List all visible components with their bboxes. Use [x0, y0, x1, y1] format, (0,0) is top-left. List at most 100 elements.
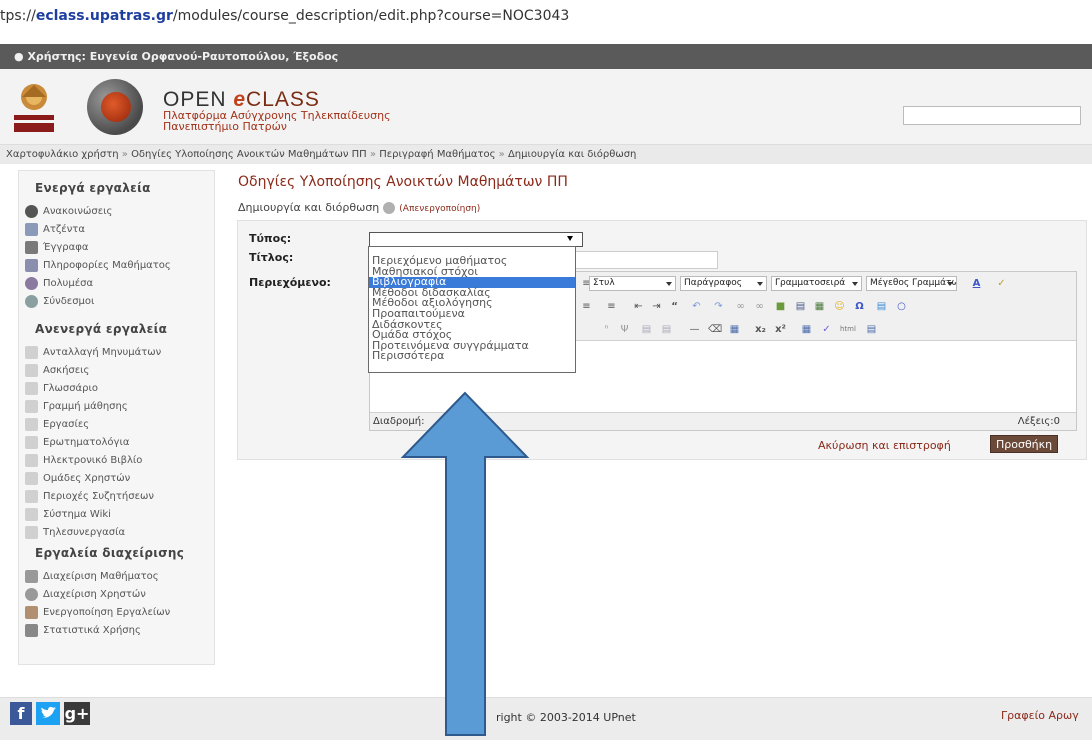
sidebar-item-statistics[interactable]: Στατιστικά Χρήσης [25, 621, 141, 639]
sidebar-item-ebook[interactable]: Ηλεκτρονικό Βιβλίο [25, 451, 142, 469]
format-dropdown[interactable]: Παράγραφος [680, 276, 767, 291]
highlight-icon[interactable]: ✓ [995, 277, 1008, 290]
title-label: Τίτλος: [249, 251, 294, 264]
breadcrumb-description[interactable]: Περιγραφή Μαθήματος [379, 149, 495, 160]
add-button[interactable]: Προσθήκη [990, 435, 1059, 453]
user-icon: ● [14, 50, 28, 63]
sidebar-item-multimedia[interactable]: Πολυμέσα [25, 274, 93, 292]
twitter-icon[interactable] [36, 702, 60, 725]
sidebar-item-wiki[interactable]: Σύστημα Wiki [25, 505, 111, 523]
university-logo-icon [14, 84, 54, 132]
brand-university: Πανεπιστήμιο Πατρών [163, 120, 287, 133]
up-arrow-annotation-icon [400, 391, 530, 736]
outdent-icon[interactable]: ⇤ [632, 300, 645, 313]
page-subtitle: Δημιουργία και διόρθωση (Απενεργοποίηση) [238, 201, 481, 214]
eraser-icon[interactable]: ⌫ [708, 323, 722, 336]
sidebar-item-learning-path[interactable]: Γραμμή μάθησης [25, 397, 128, 415]
sidebar: Ενεργά εργαλεία Ανακοινώσεις Ατζέντα Έγγ… [18, 170, 215, 665]
exercises-icon [25, 363, 38, 377]
help-icon[interactable]: ○ [895, 300, 908, 313]
breadcrumb-portfolio[interactable]: Χαρτοφυλάκιο χρήστη [6, 149, 119, 160]
tools-icon [25, 569, 38, 583]
sidebar-item-documents[interactable]: Έγγραφα [25, 238, 88, 256]
horizontal-rule-icon[interactable]: — [688, 323, 701, 336]
unlink-icon[interactable]: ∞ [753, 300, 766, 313]
chevron-down-icon [567, 236, 573, 241]
paste-icon[interactable]: ▤ [875, 300, 888, 313]
site-header: OPEN eCLASS Πλατφόρμα Ασύγχρονης Τηλεκπα… [0, 69, 1092, 144]
tag-icon [25, 258, 38, 272]
cleanup-icon[interactable]: ✓ [820, 323, 833, 336]
sidebar-item-assignments[interactable]: Εργασίες [25, 415, 89, 433]
style-dropdown[interactable]: Στυλ [589, 276, 676, 291]
size-dropdown[interactable]: Μέγεθος Γραμμάτων [866, 276, 957, 291]
sidebar-item-questionnaires[interactable]: Ερωτηματολόγια [25, 433, 129, 451]
link-icon [25, 294, 38, 308]
sidebar-item-user-admin[interactable]: Διαχείριση Χρηστών [25, 585, 146, 603]
breadcrumb-course[interactable]: Οδηγίες Υλοποίησης Ανοικτών Μαθημάτων ΠΠ [131, 149, 367, 160]
teleconference-icon [25, 525, 38, 539]
link-icon[interactable]: ∞ [734, 300, 747, 313]
superscript-icon[interactable]: x² [774, 323, 787, 336]
sidebar-item-messages[interactable]: Ανταλλαγή Μηνυμάτων [25, 343, 161, 361]
blockquote-icon[interactable]: “ [668, 300, 681, 313]
sidebar-item-agenda[interactable]: Ατζέντα [25, 220, 85, 238]
table-row-icon[interactable]: ▤ [660, 323, 673, 336]
users-icon [25, 587, 38, 601]
facebook-icon[interactable]: f [10, 702, 32, 725]
table-cell-icon[interactable]: ▤ [640, 323, 653, 336]
undo-icon[interactable]: ↶ [690, 300, 703, 313]
user-info[interactable]: ● Χρήστης: Ευγενία Ορφανού-Ραυτοπούλου, … [14, 50, 338, 63]
type-dropdown-list[interactable]: Περιεχόμενο μαθήματος Μαθησιακοί στόχοι … [368, 246, 576, 373]
special-char-icon[interactable]: Ω [853, 300, 866, 313]
bullet-list-icon[interactable]: ≡ [580, 300, 593, 313]
calendar-icon [25, 222, 38, 236]
forum-icon [25, 489, 38, 503]
breadcrumb: Χαρτοφυλάκιο χρήστη » Οδηγίες Υλοποίησης… [0, 144, 1092, 164]
sidebar-item-teleconference[interactable]: Τηλεσυνεργασία [25, 523, 125, 541]
subscript-icon[interactable]: x₂ [754, 323, 767, 336]
app-root: tps://eclass.upatras.gr/modules/course_d… [0, 0, 1092, 740]
redo-icon[interactable]: ↷ [712, 300, 725, 313]
support-office-link[interactable]: Γραφείο Αρωγ [1001, 709, 1079, 722]
questionnaire-icon [25, 435, 38, 449]
font-color-icon[interactable]: A [970, 277, 983, 290]
key-icon [25, 605, 38, 619]
sidebar-item-course-info[interactable]: Πληροφορίες Μαθήματος [25, 256, 171, 274]
glossary-icon [25, 381, 38, 395]
eclass-logo-icon [87, 79, 143, 135]
google-plus-icon[interactable]: g+ [64, 702, 90, 725]
description-form: Τύπος: Τίτλος: Περιεχόμενο: ≡ Στυλ Παράγ… [237, 220, 1087, 460]
search-input[interactable] [903, 106, 1081, 125]
sidebar-item-announcements[interactable]: Ανακοινώσεις [25, 202, 112, 220]
dropdown-option[interactable]: Περισσότερα [369, 351, 575, 362]
print-icon[interactable]: ▤ [865, 323, 878, 336]
emoji-icon[interactable]: ☺ [833, 300, 846, 313]
sidebar-item-groups[interactable]: Ομάδες Χρηστών [25, 469, 130, 487]
cancel-link[interactable]: Ακύρωση και επιστροφή [818, 439, 951, 452]
superscript-table-icon[interactable]: ⁿ [600, 323, 613, 336]
type-select[interactable] [369, 232, 583, 247]
sidebar-item-glossary[interactable]: Γλωσσάριο [25, 379, 98, 397]
type-label: Τύπος: [249, 232, 292, 245]
image-icon[interactable]: ■ [774, 300, 787, 313]
sidebar-item-links[interactable]: Σύνδεσμοι [25, 292, 94, 310]
address-bar[interactable]: tps://eclass.upatras.gr/modules/course_d… [0, 0, 1092, 30]
grid-icon[interactable]: ▦ [728, 323, 741, 336]
url-text[interactable]: tps://eclass.upatras.gr/modules/course_d… [0, 8, 569, 24]
deactivate-link[interactable]: (Απενεργοποίηση) [399, 204, 480, 214]
numbered-list-icon[interactable]: ≡ [605, 300, 618, 313]
html-source-icon[interactable]: html [840, 323, 856, 336]
font-dropdown[interactable]: Γραμματοσειρά [771, 276, 862, 291]
sidebar-item-exercises[interactable]: Ασκήσεις [25, 361, 89, 379]
page-title: Οδηγίες Υλοποίησης Ανοικτών Μαθημάτων ΠΠ [238, 174, 568, 190]
sidebar-item-course-admin[interactable]: Διαχείριση Μαθήματος [25, 567, 159, 585]
table-icon[interactable]: ▦ [813, 300, 826, 313]
gear-icon[interactable] [383, 202, 396, 214]
sidebar-item-enable-tools[interactable]: Ενεργοποίηση Εργαλείων [25, 603, 170, 621]
indent-icon[interactable]: ⇥ [650, 300, 663, 313]
table-split-icon[interactable]: Ψ [618, 323, 631, 336]
media-icon[interactable]: ▤ [794, 300, 807, 313]
preview-icon[interactable]: ▦ [800, 323, 813, 336]
sidebar-item-forums[interactable]: Περιοχές Συζητήσεων [25, 487, 154, 505]
